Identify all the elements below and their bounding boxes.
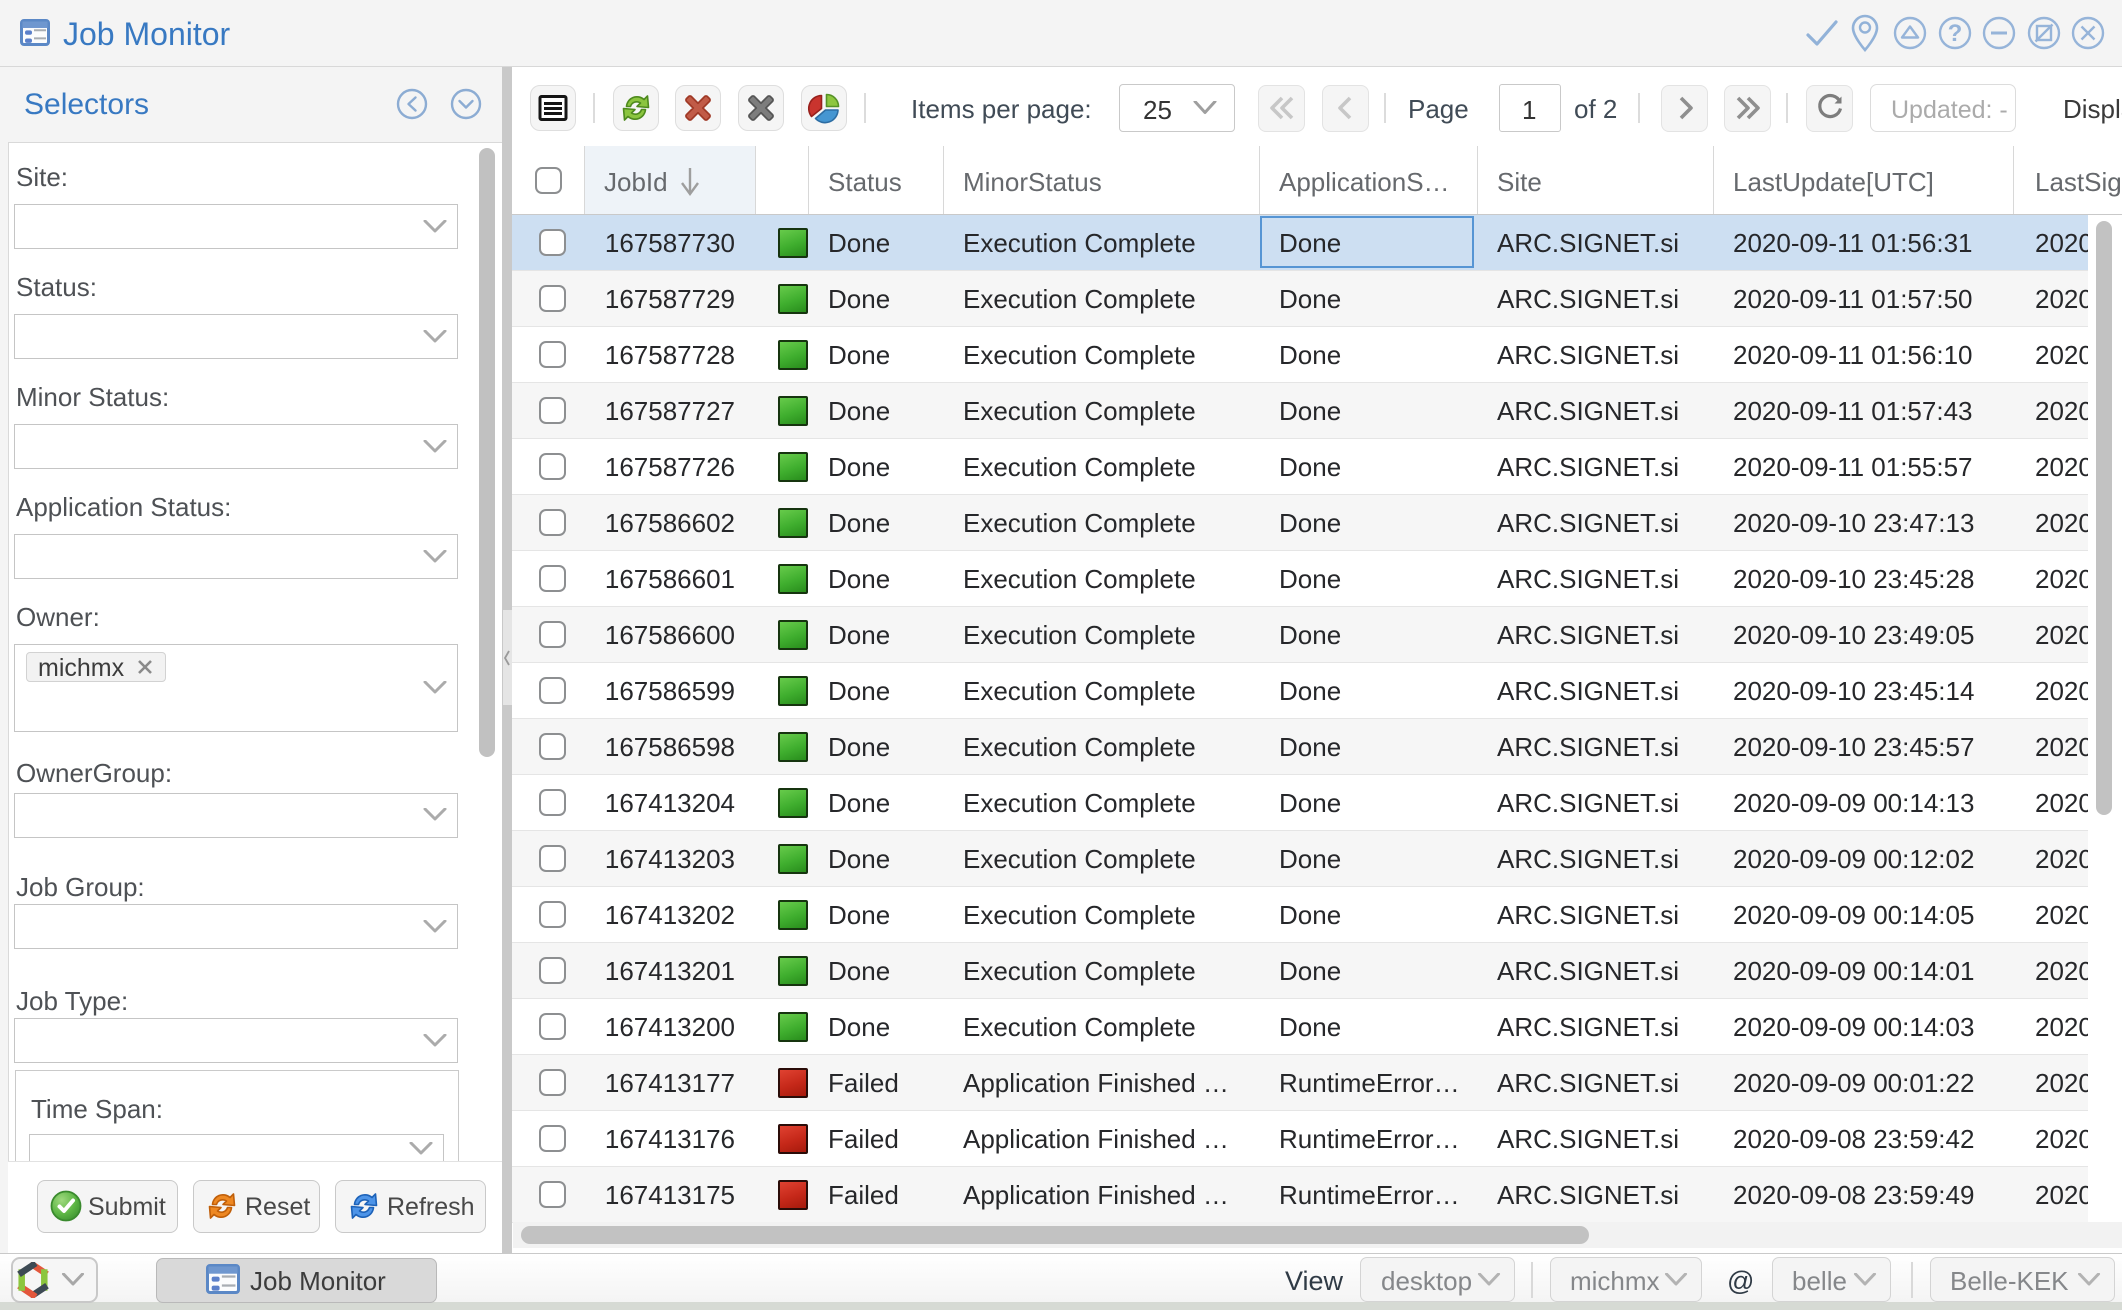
svg-text:?: ? — [1948, 20, 1963, 47]
